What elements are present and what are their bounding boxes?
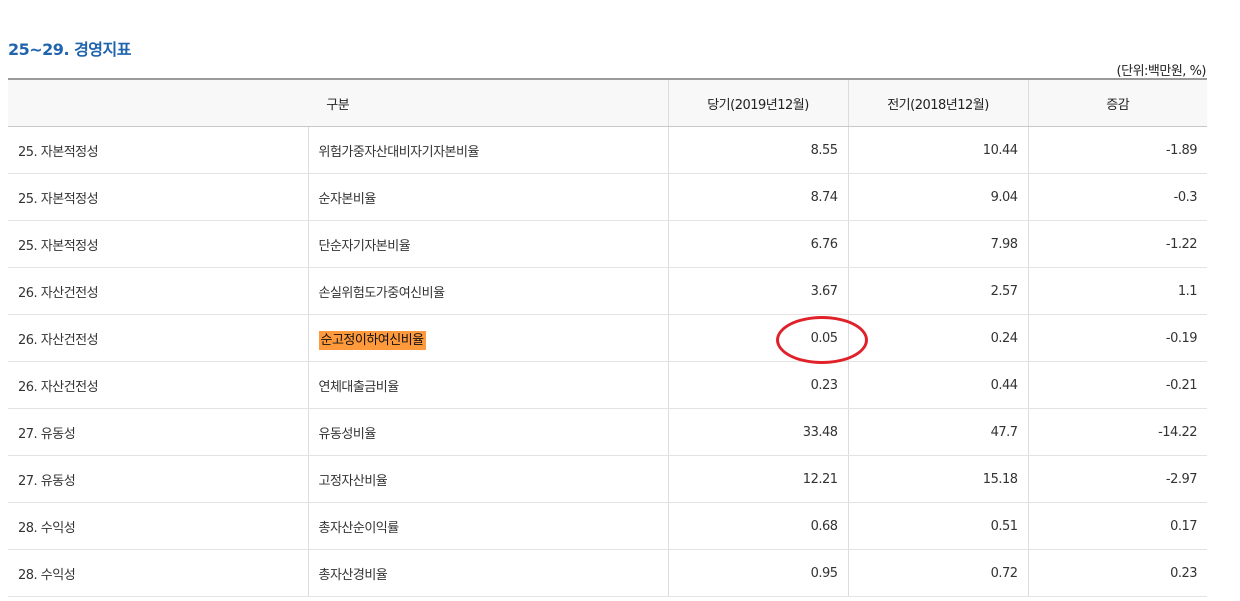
page-title: 25~29. 경영지표: [8, 40, 131, 59]
table-header-row: 구분 당기(2019년12월) 전기(2018년12월) 증감: [8, 78, 1208, 127]
row-item: 총자산순이익률: [307, 502, 669, 550]
unit-note: (단위:백만원, %): [1116, 64, 1207, 79]
table-row: 25. 자본적정성 순자본비율 8.74 9.04 -0.3: [8, 173, 1208, 221]
row-change: -0.21: [1027, 361, 1208, 409]
row-change: 0.23: [1027, 549, 1208, 597]
row-category: 28. 수익성: [8, 502, 308, 550]
row-previous: 15.18: [847, 455, 1029, 503]
row-current: 33.48: [667, 408, 849, 456]
row-item: 총자산경비율: [307, 549, 669, 597]
row-item: 위험가중자산대비자기자본비율: [307, 126, 669, 174]
row-current: 0.95: [667, 549, 849, 597]
table-row: 26. 자산건전성 연체대출금비율 0.23 0.44 -0.21: [8, 361, 1208, 409]
row-item: 단순자기자본비율: [307, 220, 669, 268]
table-row: 26. 자산건전성 손실위험도가중여신비율 3.67 2.57 1.1: [8, 267, 1208, 315]
row-item: 고정자산비율: [307, 455, 669, 503]
row-previous: 0.51: [847, 502, 1029, 550]
row-current: 8.74: [667, 173, 849, 221]
header-previous: 전기(2018년12월): [847, 78, 1029, 127]
row-category: 26. 자산건전성: [8, 267, 308, 315]
header-change: 증감: [1027, 78, 1208, 127]
red-circle-annotation: [776, 316, 868, 364]
row-current: 6.76: [667, 220, 849, 268]
row-category: 26. 자산건전성: [8, 361, 308, 409]
highlighted-item-label: 순고정이하여신비율: [318, 330, 426, 350]
table-row: 28. 수익성 총자산순이익률 0.68 0.51 0.17: [8, 502, 1208, 550]
row-previous: 47.7: [847, 408, 1029, 456]
row-previous: 7.98: [847, 220, 1029, 268]
table-row: 25. 자본적정성 위험가중자산대비자기자본비율 8.55 10.44 -1.8…: [8, 126, 1208, 174]
table-row-highlighted: 26. 자산건전성 순고정이하여신비율 0.05 0.24 -0.19: [8, 314, 1208, 362]
row-current: 3.67: [667, 267, 849, 315]
row-item: 순자본비율: [307, 173, 669, 221]
row-item: 유동성비율: [307, 408, 669, 456]
row-previous: 0.24: [847, 314, 1029, 362]
row-change: -0.3: [1027, 173, 1208, 221]
row-change: -14.22: [1027, 408, 1208, 456]
row-category: 25. 자본적정성: [8, 173, 308, 221]
row-item: 연체대출금비율: [307, 361, 669, 409]
row-category: 26. 자산건전성: [8, 314, 308, 362]
row-change: 0.17: [1027, 502, 1208, 550]
row-previous: 0.72: [847, 549, 1029, 597]
header-current: 당기(2019년12월): [667, 78, 849, 127]
row-previous: 9.04: [847, 173, 1029, 221]
row-change: -0.19: [1027, 314, 1208, 362]
row-item: 손실위험도가중여신비율: [307, 267, 669, 315]
row-category: 28. 수익성: [8, 549, 308, 597]
table-row: 27. 유동성 고정자산비율 12.21 15.18 -2.97: [8, 455, 1208, 503]
row-current: 8.55: [667, 126, 849, 174]
row-change: -1.22: [1027, 220, 1208, 268]
row-category: 27. 유동성: [8, 408, 308, 456]
row-previous: 2.57: [847, 267, 1029, 315]
row-category: 25. 자본적정성: [8, 220, 308, 268]
row-current: 0.23: [667, 361, 849, 409]
row-previous: 10.44: [847, 126, 1029, 174]
row-category: 25. 자본적정성: [8, 126, 308, 174]
table-row: 25. 자본적정성 단순자기자본비율 6.76 7.98 -1.22: [8, 220, 1208, 268]
row-previous: 0.44: [847, 361, 1029, 409]
row-change: 1.1: [1027, 267, 1208, 315]
row-current: 0.68: [667, 502, 849, 550]
indicators-table: 구분 당기(2019년12월) 전기(2018년12월) 증감 25. 자본적정…: [8, 78, 1208, 597]
row-category: 27. 유동성: [8, 455, 308, 503]
table-row: 28. 수익성 총자산경비율 0.95 0.72 0.23: [8, 549, 1208, 597]
row-change: -1.89: [1027, 126, 1208, 174]
table-row: 27. 유동성 유동성비율 33.48 47.7 -14.22: [8, 408, 1208, 456]
header-category: 구분: [8, 78, 669, 127]
row-change: -2.97: [1027, 455, 1208, 503]
row-item: 순고정이하여신비율: [307, 314, 669, 362]
row-current: 12.21: [667, 455, 849, 503]
